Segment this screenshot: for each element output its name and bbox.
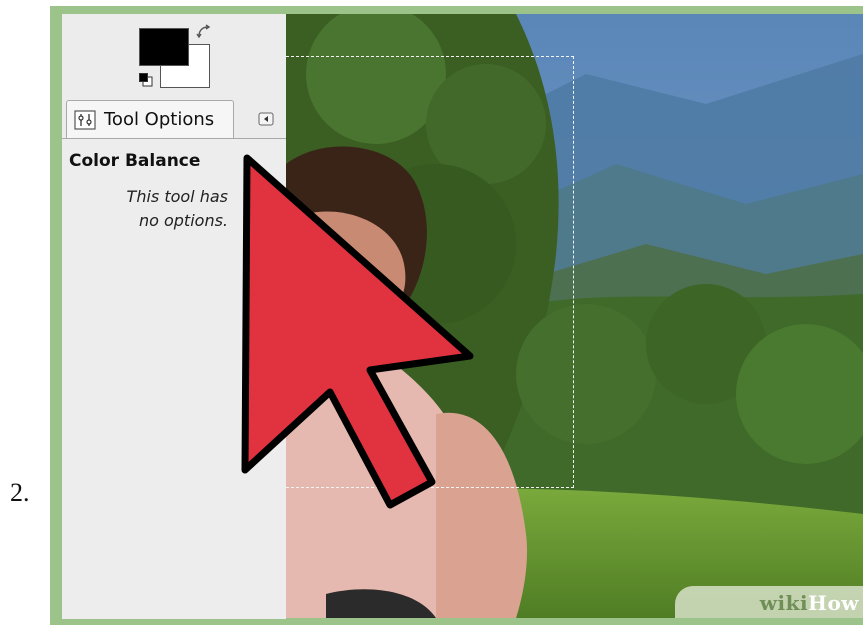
dock-tab-strip: Tool Options — [62, 94, 286, 138]
swap-colors-icon[interactable] — [196, 24, 212, 40]
step-number: 2. — [10, 478, 30, 507]
fg-bg-color-widget — [62, 14, 286, 90]
tool-options-message: This tool has no options. — [62, 185, 228, 233]
tab-label: Tool Options — [104, 109, 215, 130]
default-colors-icon[interactable] — [139, 73, 153, 87]
tool-options-body: Color Balance This tool has no options. — [62, 138, 286, 619]
screenshot-frame: Tool Options Color Balance This tool has… — [50, 6, 863, 625]
message-line-1: This tool has — [126, 187, 228, 206]
tool-options-icon — [74, 109, 96, 130]
tab-menu-icon[interactable] — [258, 112, 274, 126]
wikihow-watermark: wiki How — [675, 586, 863, 618]
rectangle-selection — [286, 56, 574, 488]
message-line-2: no options. — [138, 211, 228, 230]
gimp-dock-panel: Tool Options Color Balance This tool has… — [62, 14, 287, 619]
image-canvas[interactable]: wiki How — [286, 14, 863, 618]
watermark-part-1: wiki — [759, 591, 809, 615]
watermark-part-2: How — [808, 591, 859, 615]
tab-tool-options[interactable]: Tool Options — [66, 100, 234, 138]
tool-name-heading: Color Balance — [69, 151, 201, 171]
foreground-color-swatch[interactable] — [139, 28, 189, 66]
